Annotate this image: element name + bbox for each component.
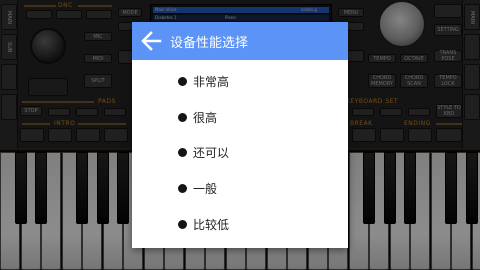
- option-very-high[interactable]: 非常高: [178, 69, 229, 93]
- option-high[interactable]: 很高: [178, 105, 217, 129]
- option-ok[interactable]: 还可以: [178, 140, 229, 164]
- bullet-icon: [178, 147, 187, 157]
- bullet-icon: [178, 112, 187, 122]
- option-label: 很高: [193, 110, 218, 125]
- bullet-icon: [178, 183, 187, 193]
- bullet-icon: [178, 76, 187, 86]
- option-average[interactable]: 一般: [178, 176, 217, 200]
- dialog-header: 设备性能选择: [132, 22, 348, 60]
- back-button[interactable]: [132, 22, 170, 60]
- option-label: 比较低: [193, 217, 230, 232]
- option-label: 非常高: [193, 74, 230, 89]
- dialog-title: 设备性能选择: [170, 35, 249, 51]
- option-label: 还可以: [193, 145, 230, 160]
- bullet-icon: [178, 219, 187, 229]
- option-low[interactable]: 比较低: [178, 212, 229, 236]
- option-label: 一般: [193, 181, 218, 196]
- performance-dialog: 设备性能选择 非常高 很高 还可以 一般 比较低: [132, 22, 348, 248]
- back-arrow-icon: [141, 31, 162, 51]
